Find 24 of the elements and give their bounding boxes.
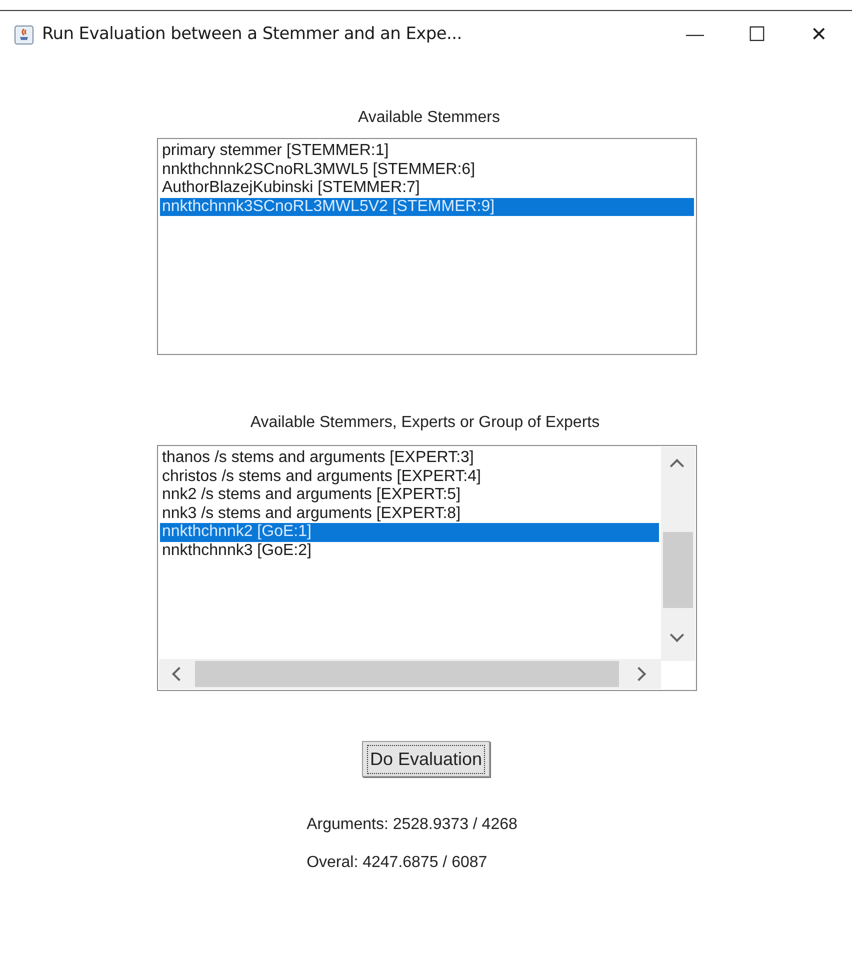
list-item[interactable]: nnkthchnnk3SCnoRL3MWL5V2 [STEMMER:9] xyxy=(160,198,694,216)
list-item[interactable]: AuthorBlazejKubinski [STEMMER:7] xyxy=(160,179,694,198)
list-item[interactable]: nnkthchnnk3 [GoE:2] xyxy=(160,542,659,560)
window-title: Run Evaluation between a Stemmer and an Expe... xyxy=(42,22,462,46)
list-item[interactable]: primary stemmer [STEMMER:1] xyxy=(160,142,694,160)
maximize-button[interactable]: ☐ xyxy=(726,14,788,54)
result-text: Overal: 4247.6875 / 6087 xyxy=(306,853,488,873)
minimize-button[interactable]: — xyxy=(664,14,726,54)
scrollbar-thumb[interactable] xyxy=(663,532,693,608)
list-item[interactable]: nnkthchnnk2SCnoRL3MWL5 [STEMMER:6] xyxy=(160,160,694,179)
list-item[interactable]: nnkthchnnk2 [GoE:1] xyxy=(160,523,659,542)
result-text: Arguments: 2528.9373 / 4268 xyxy=(306,815,518,835)
list-item[interactable]: thanos /s stems and arguments [EXPERT:3] xyxy=(160,449,659,468)
list-label: Available Stemmers, Experts or Group of Experts xyxy=(250,413,600,433)
list-item[interactable]: nnk2 /s stems and arguments [EXPERT:5] xyxy=(160,486,659,504)
scrollbar-thumb[interactable] xyxy=(195,661,619,687)
stemmer-list[interactable]: primary stemmer [STEMMER:1] nnkthchnnk2SCnoRL3MWL5 [STEMMER:6] AuthorBlazejKubinski [STEMMER:7] nnkthchnnk3SCnoRL3MWL5V2 [STEMMER:9] xyxy=(157,138,697,355)
list-item[interactable]: nnk3 /s stems and arguments [EXPERT:8] xyxy=(160,504,659,523)
evaluate-button[interactable]: Do Evaluation xyxy=(362,741,490,777)
close-button[interactable]: ✕ xyxy=(788,14,850,54)
list-label: Available Stemmers xyxy=(358,108,500,128)
list-item[interactable]: christos /s stems and arguments [EXPERT:4] xyxy=(160,468,659,486)
app-icon xyxy=(14,24,34,44)
expert-list[interactable] xyxy=(157,445,697,691)
